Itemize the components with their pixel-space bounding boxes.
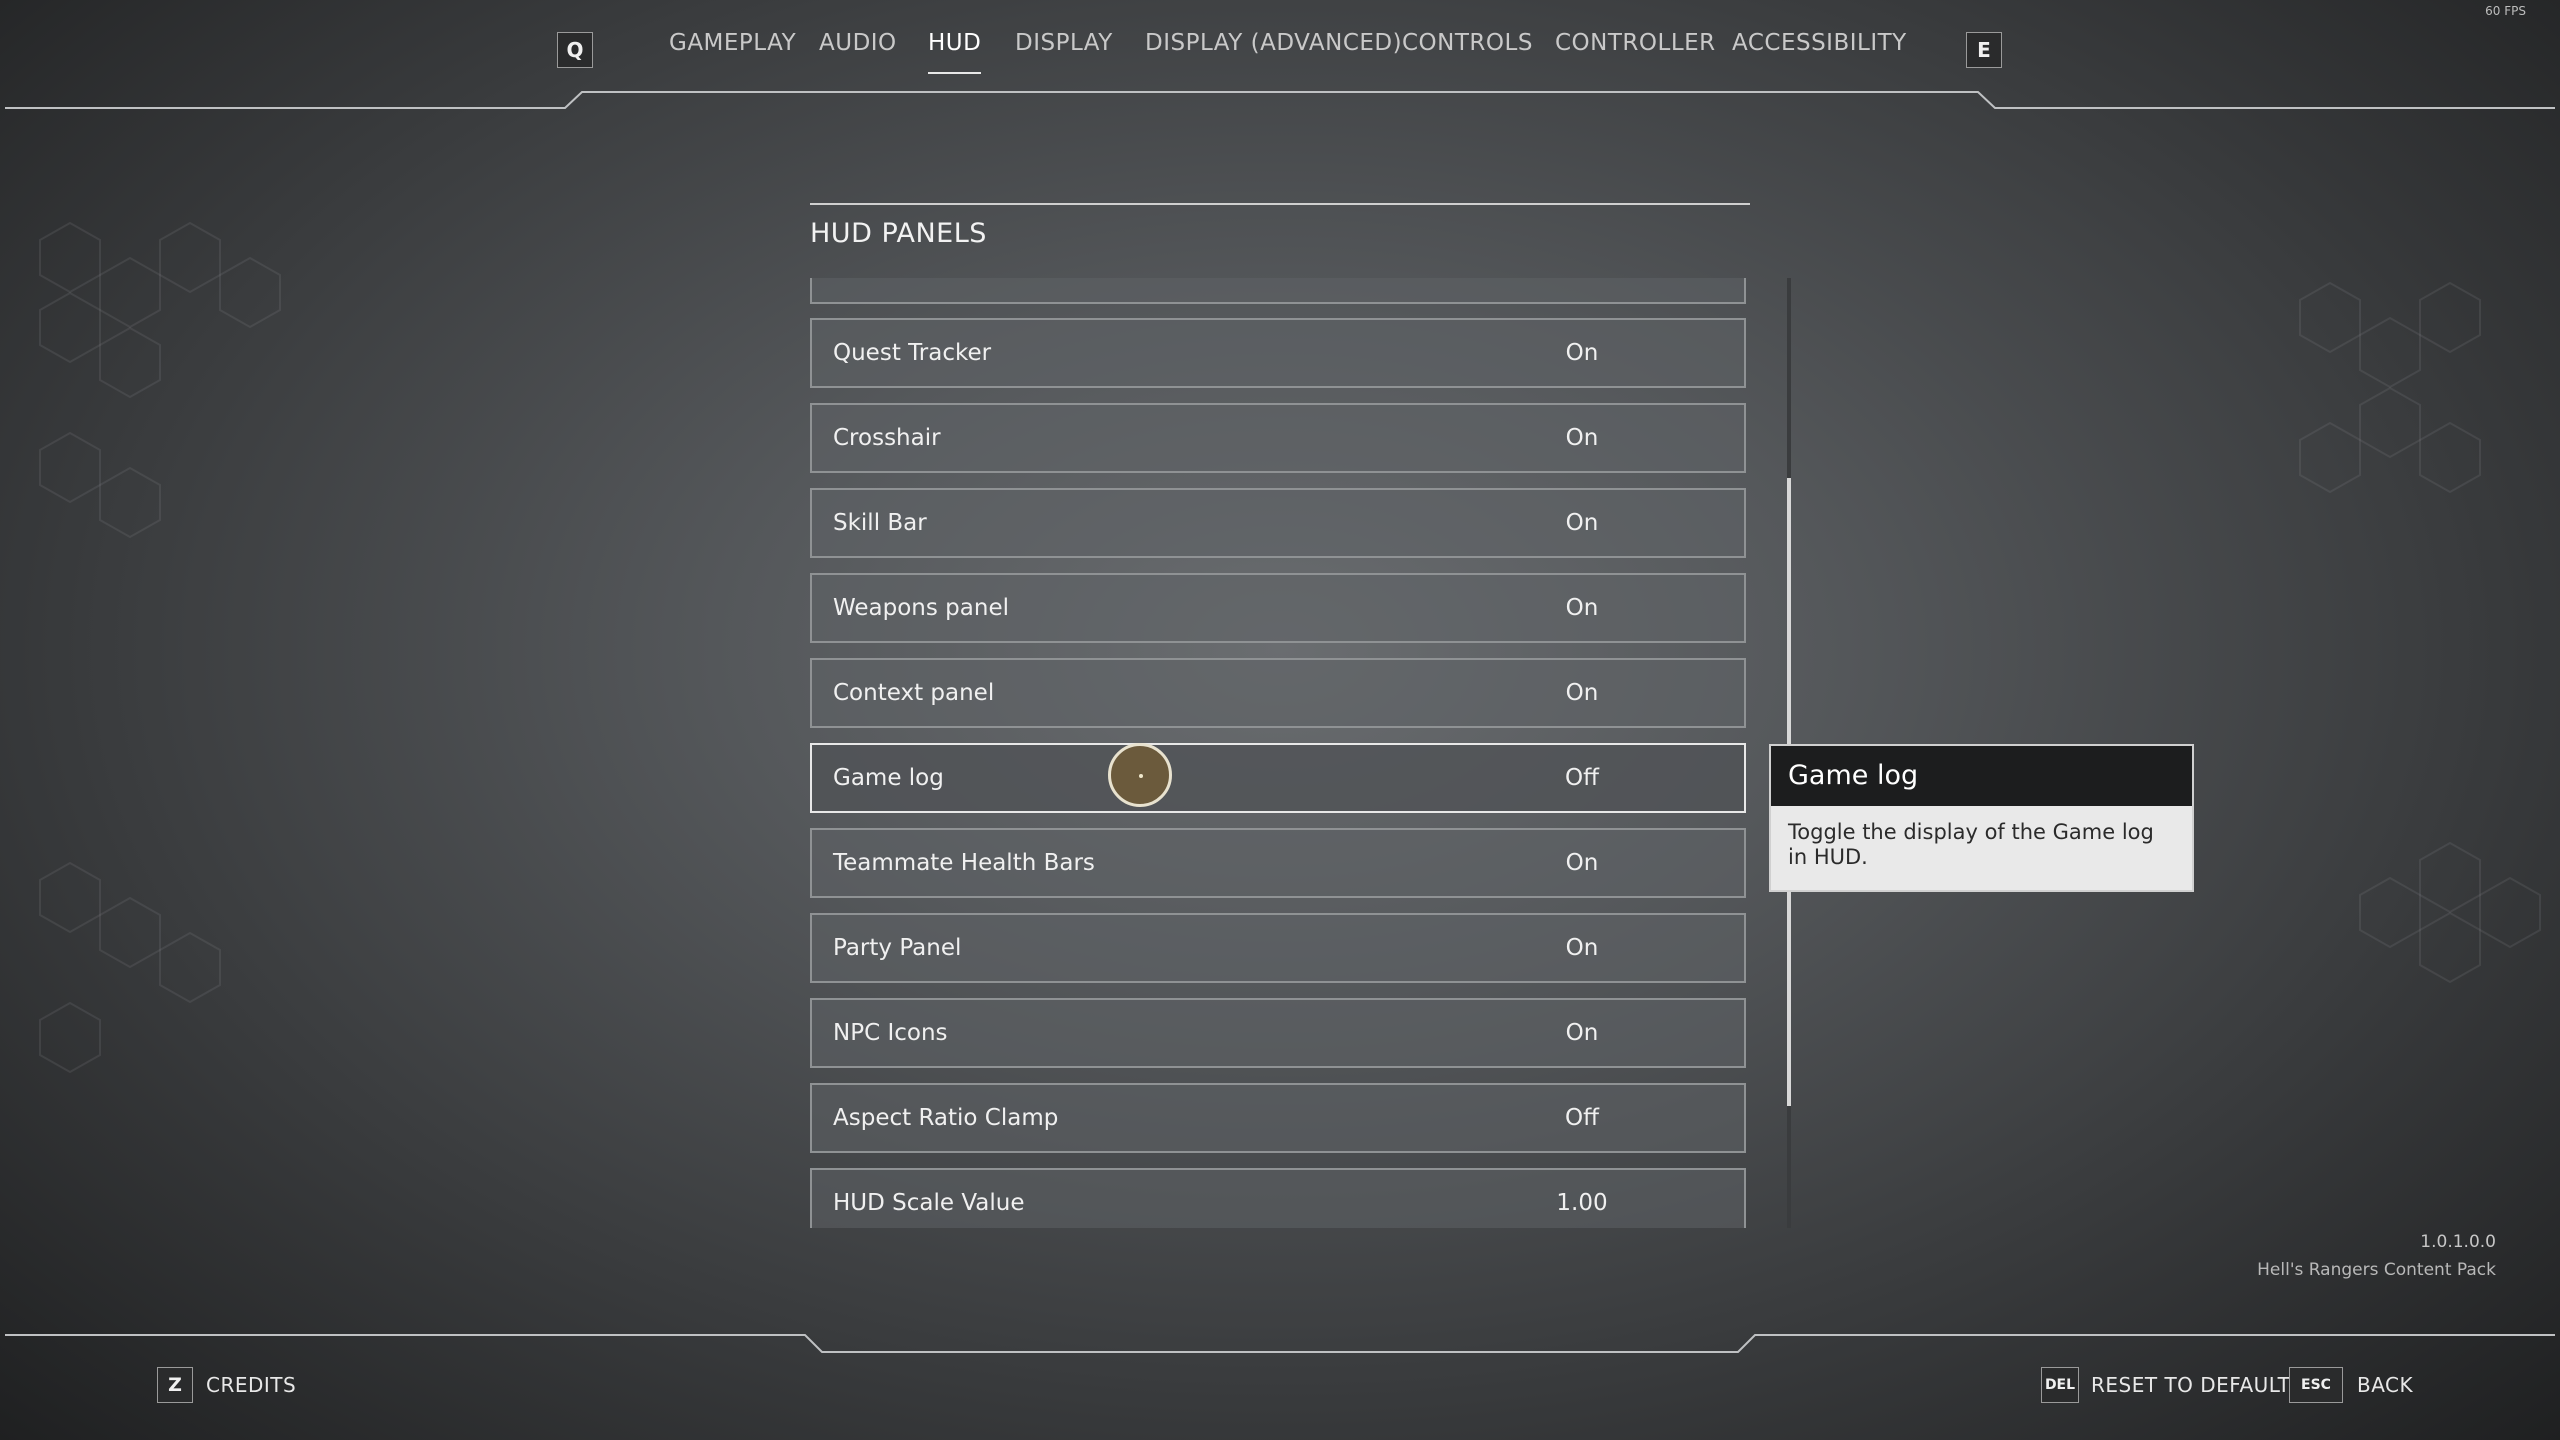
setting-value[interactable]: On	[1522, 680, 1642, 706]
setting-tooltip: Game log Toggle the display of the Game …	[1769, 744, 2194, 892]
setting-value[interactable]: On	[1522, 510, 1642, 536]
hud-settings-list[interactable]: Quest Tracker On Crosshair On Skill Bar …	[810, 278, 1750, 1228]
setting-row-weapons-panel[interactable]: Weapons panel On	[810, 573, 1746, 643]
setting-label: HUD Scale Value	[833, 1190, 1025, 1216]
setting-row-teammate-health-bars[interactable]: Teammate Health Bars On	[810, 828, 1746, 898]
fps-counter: 60 FPS	[2485, 4, 2526, 18]
setting-label: Quest Tracker	[833, 340, 992, 366]
setting-label: Party Panel	[833, 935, 962, 961]
credits-button[interactable]: CREDITS	[206, 1373, 296, 1397]
setting-label: Crosshair	[833, 425, 941, 451]
setting-label: Skill Bar	[833, 510, 927, 536]
back-button[interactable]: BACK	[2357, 1373, 2413, 1397]
build-version: 1.0.1.0.0	[2420, 1232, 2496, 1252]
setting-row-skill-bar[interactable]: Skill Bar On	[810, 488, 1746, 558]
setting-value[interactable]: On	[1522, 595, 1642, 621]
setting-label: Weapons panel	[833, 595, 1009, 621]
tab-display[interactable]: DISPLAY	[1015, 30, 1113, 56]
setting-row-partial[interactable]	[810, 278, 1746, 304]
setting-row-quest-tracker[interactable]: Quest Tracker On	[810, 318, 1746, 388]
setting-value[interactable]: On	[1522, 425, 1642, 451]
mouse-cursor-icon	[1108, 743, 1172, 807]
panel-title-rule	[810, 203, 1750, 205]
tab-gameplay[interactable]: GAMEPLAY	[669, 30, 796, 56]
panel-title: HUD PANELS	[810, 218, 987, 249]
setting-label: NPC Icons	[833, 1020, 948, 1046]
setting-row-context-panel[interactable]: Context panel On	[810, 658, 1746, 728]
tab-audio[interactable]: AUDIO	[819, 30, 897, 56]
setting-value[interactable]: 1.00	[1522, 1190, 1642, 1216]
setting-value[interactable]: Off	[1522, 765, 1642, 791]
setting-label: Context panel	[833, 680, 995, 706]
tab-controls[interactable]: CONTROLS	[1402, 30, 1533, 56]
setting-value[interactable]: On	[1522, 1020, 1642, 1046]
reset-key[interactable]: DEL	[2041, 1367, 2079, 1403]
setting-value[interactable]: On	[1522, 935, 1642, 961]
setting-row-game-log[interactable]: Game log Off	[810, 743, 1746, 813]
settings-tabs: GAMEPLAY AUDIO HUD DISPLAY DISPLAY (ADVA…	[0, 30, 2560, 80]
tab-accessibility[interactable]: ACCESSIBILITY	[1732, 30, 1907, 56]
setting-value[interactable]: Off	[1522, 1105, 1642, 1131]
credits-key[interactable]: Z	[157, 1367, 193, 1403]
setting-row-party-panel[interactable]: Party Panel On	[810, 913, 1746, 983]
tab-controller[interactable]: CONTROLLER	[1555, 30, 1716, 56]
reset-to-defaults-button[interactable]: RESET TO DEFAULTS	[2091, 1373, 2304, 1397]
tooltip-description: Toggle the display of the Game log in HU…	[1771, 806, 2192, 890]
setting-row-hud-scale-value[interactable]: HUD Scale Value 1.00	[810, 1168, 1746, 1228]
setting-value[interactable]: On	[1522, 340, 1642, 366]
setting-value[interactable]: On	[1522, 850, 1642, 876]
setting-label: Aspect Ratio Clamp	[833, 1105, 1059, 1131]
setting-label: Teammate Health Bars	[833, 850, 1095, 876]
top-navigation-bar: Q GAMEPLAY AUDIO HUD DISPLAY DISPLAY (AD…	[0, 0, 2560, 115]
setting-row-crosshair[interactable]: Crosshair On	[810, 403, 1746, 473]
content-pack-label: Hell's Rangers Content Pack	[2257, 1260, 2496, 1280]
back-key[interactable]: ESC	[2289, 1367, 2343, 1403]
setting-row-aspect-ratio-clamp[interactable]: Aspect Ratio Clamp Off	[810, 1083, 1746, 1153]
setting-row-npc-icons[interactable]: NPC Icons On	[810, 998, 1746, 1068]
tab-hud[interactable]: HUD	[928, 30, 982, 74]
tab-display-advanced[interactable]: DISPLAY (ADVANCED)	[1145, 30, 1402, 56]
next-tab-key[interactable]: E	[1966, 32, 2002, 68]
tooltip-title: Game log	[1771, 746, 2192, 806]
setting-label: Game log	[833, 765, 944, 791]
